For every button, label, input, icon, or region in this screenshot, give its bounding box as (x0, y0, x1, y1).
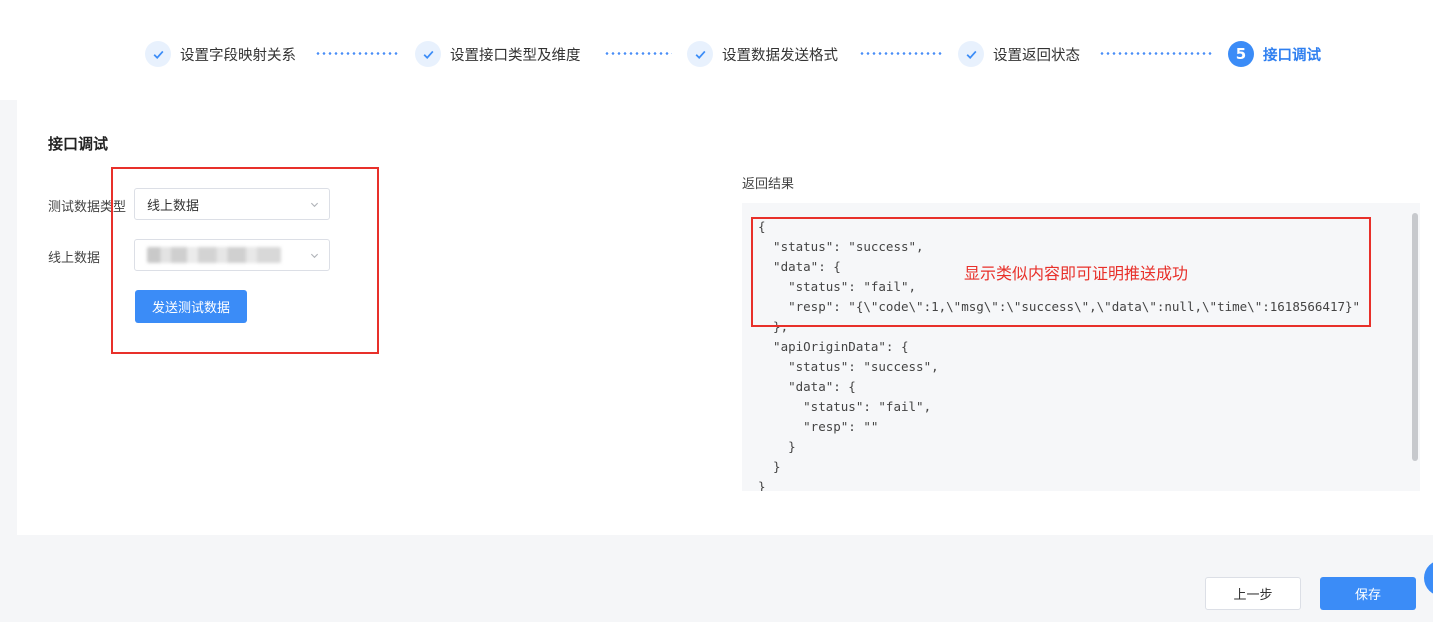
step-connector (1099, 52, 1214, 55)
check-icon (145, 41, 171, 67)
step-label: 设置返回状态 (993, 47, 1080, 64)
check-icon (958, 41, 984, 67)
steps-bar: 设置字段映射关系 设置接口类型及维度 设置数据发送格式 设置返回状态 5 接口调… (0, 0, 1433, 100)
code-line: "data": { (758, 379, 856, 394)
step-interface-type[interactable]: 设置接口类型及维度 (415, 38, 581, 70)
step-send-format[interactable]: 设置数据发送格式 (687, 38, 838, 70)
result-label: 返回结果 (742, 177, 795, 192)
code-line: "resp": "" (758, 419, 879, 434)
code-line: } (758, 479, 766, 491)
floating-help-button[interactable] (1424, 560, 1433, 596)
online-data-label: 线上数据 (48, 251, 101, 266)
step-label: 设置接口类型及维度 (450, 47, 581, 64)
check-icon (415, 41, 441, 67)
step-connector (604, 52, 672, 55)
check-icon (687, 41, 713, 67)
step-number: 5 (1228, 41, 1254, 67)
step-connector (315, 52, 399, 55)
annotation-text: 显示类似内容即可证明推送成功 (964, 264, 1189, 283)
code-line: "status": "success", (758, 359, 939, 374)
code-line: "status": "fail", (758, 399, 932, 414)
step-field-mapping[interactable]: 设置字段映射关系 (145, 38, 296, 70)
step-connector (859, 52, 943, 55)
step-return-status[interactable]: 设置返回状态 (958, 38, 1080, 70)
highlight-box-form (111, 167, 379, 354)
result-scrollbar[interactable] (1412, 213, 1418, 461)
step-label: 设置字段映射关系 (180, 47, 296, 64)
step-label: 接口调试 (1263, 47, 1321, 64)
code-line: } (758, 439, 796, 454)
step-label: 设置数据发送格式 (722, 47, 838, 64)
section-title: 接口调试 (48, 135, 109, 153)
debug-card: 接口调试 测试数据类型 线上数据 线上数据 发送测试数据 返回结果 { "sta… (17, 100, 1433, 535)
code-line: "apiOriginData": { (758, 339, 909, 354)
code-line: } (758, 459, 781, 474)
previous-step-button[interactable]: 上一步 (1205, 577, 1301, 610)
save-button[interactable]: 保存 (1320, 577, 1416, 610)
step-interface-debug[interactable]: 5 接口调试 (1228, 38, 1321, 70)
